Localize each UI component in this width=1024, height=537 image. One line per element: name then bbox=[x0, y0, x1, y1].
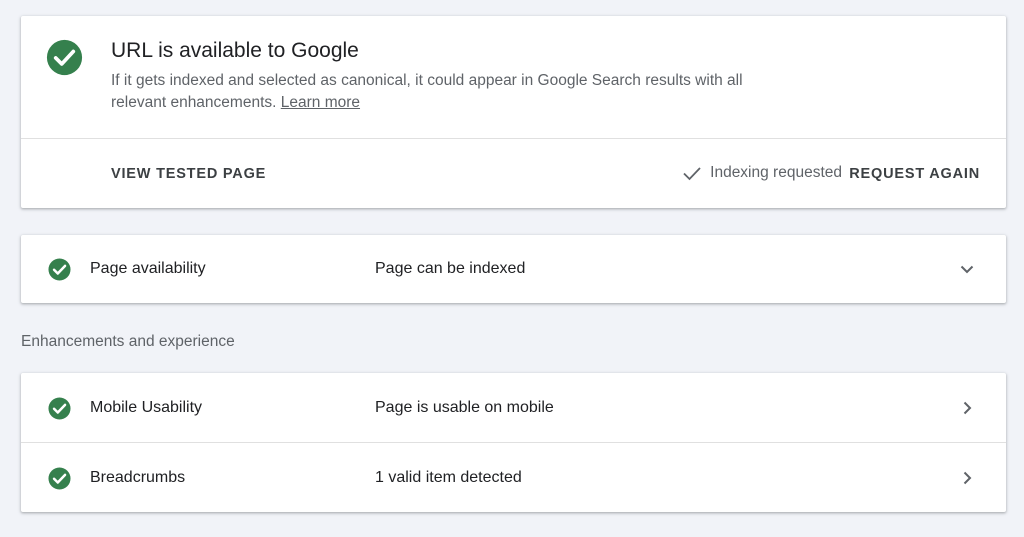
indexing-requested-label: Indexing requested bbox=[710, 164, 842, 181]
check-circle-icon bbox=[48, 397, 71, 420]
divider bbox=[21, 138, 1006, 139]
chevron-down-icon[interactable] bbox=[958, 260, 976, 278]
request-again-button[interactable]: REQUEST AGAIN bbox=[849, 166, 980, 182]
check-circle-icon bbox=[48, 467, 71, 490]
status-description-text: If it gets indexed and selected as canon… bbox=[111, 72, 743, 111]
learn-more-link[interactable]: Learn more bbox=[281, 94, 360, 111]
chevron-right-icon[interactable] bbox=[958, 399, 976, 417]
enhancements-heading: Enhancements and experience bbox=[21, 333, 235, 350]
mobile-usability-value: Page is usable on mobile bbox=[375, 398, 554, 416]
page-availability-value: Page can be indexed bbox=[375, 260, 526, 277]
check-circle-icon bbox=[48, 258, 71, 281]
page-availability-label: Page availability bbox=[90, 260, 206, 277]
url-status-card: URL is available to Google If it gets in… bbox=[21, 16, 1006, 208]
breadcrumbs-label: Breadcrumbs bbox=[90, 468, 186, 486]
enhancement-row-breadcrumbs[interactable]: Breadcrumbs 1 valid item detected bbox=[21, 443, 1006, 512]
view-tested-page-button[interactable]: VIEW TESTED PAGE bbox=[111, 166, 266, 182]
breadcrumbs-value: 1 valid item detected bbox=[375, 468, 522, 486]
indexing-requested-status: Indexing requested bbox=[682, 163, 842, 183]
page-availability-row[interactable]: Page availability Page can be indexed bbox=[21, 235, 1006, 303]
mobile-usability-label: Mobile Usability bbox=[90, 398, 203, 416]
enhancement-row-mobile-usability[interactable]: Mobile Usability Page is usable on mobil… bbox=[21, 373, 1006, 442]
status-title: URL is available to Google bbox=[111, 39, 359, 62]
checkmark-icon bbox=[683, 167, 701, 181]
enhancements-card: Mobile Usability Page is usable on mobil… bbox=[21, 373, 1006, 512]
status-description: If it gets indexed and selected as canon… bbox=[111, 70, 751, 114]
chevron-right-icon[interactable] bbox=[958, 469, 976, 487]
page-availability-card: Page availability Page can be indexed bbox=[21, 235, 1006, 303]
check-circle-icon bbox=[46, 39, 83, 76]
